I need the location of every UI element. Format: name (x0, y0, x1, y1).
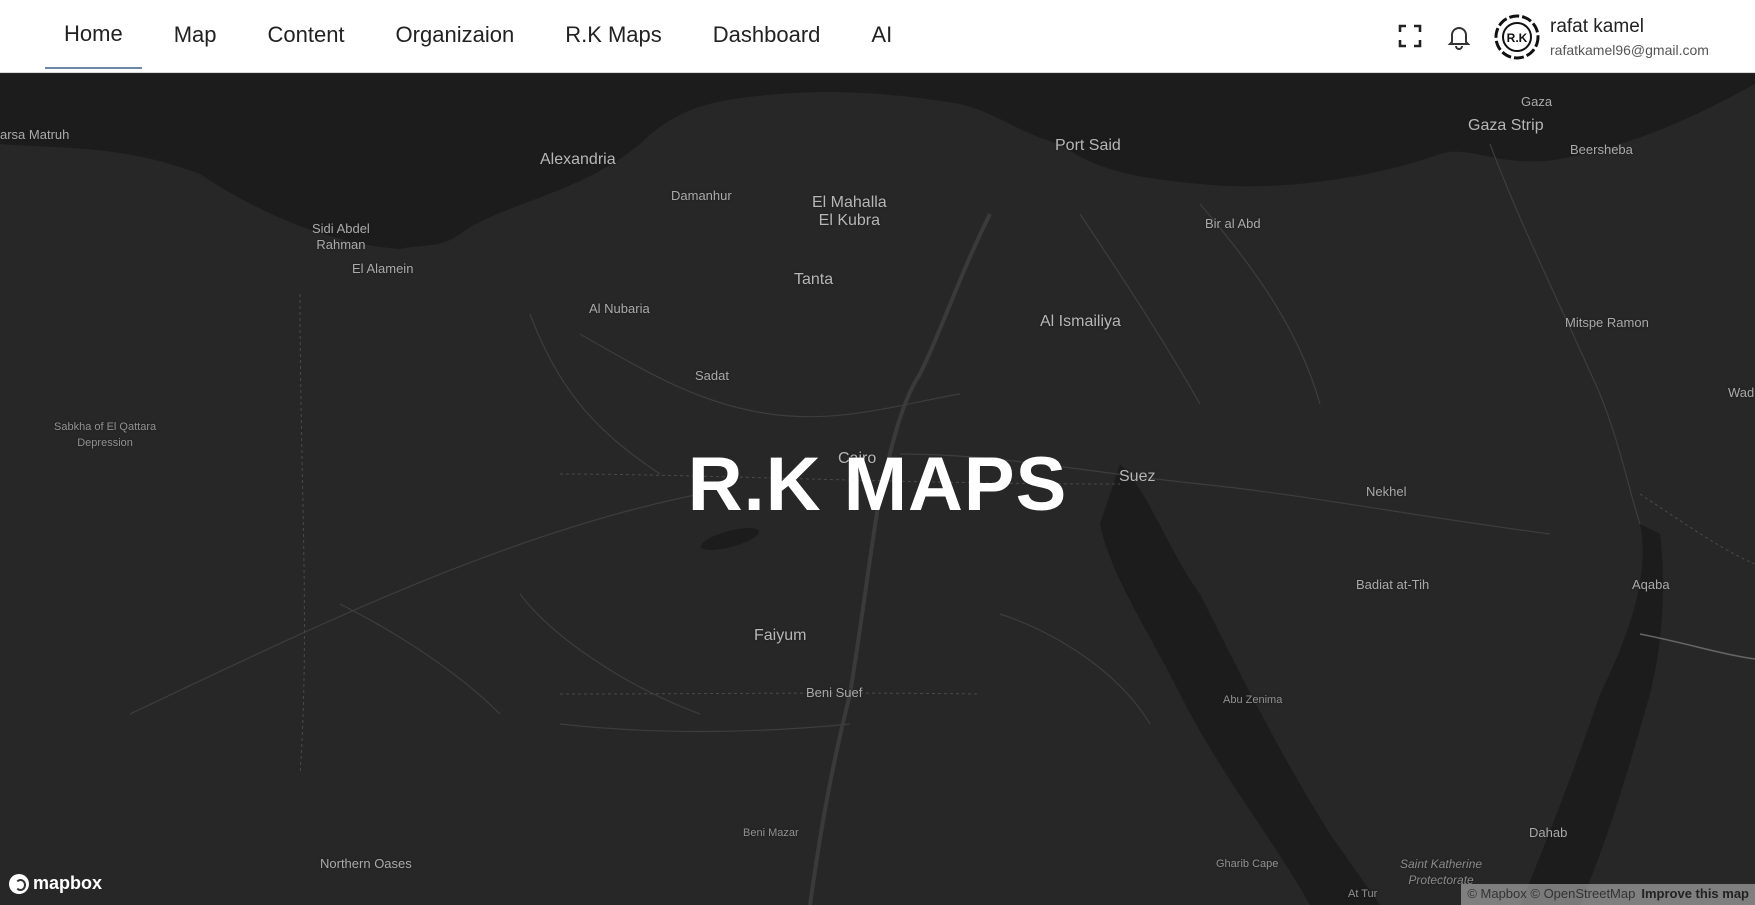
map-label: Beni Mazar (743, 827, 799, 839)
map-label: Sadat (695, 368, 729, 383)
avatar-initials: R.K (1507, 31, 1528, 45)
map-label: Tanta (794, 271, 834, 288)
map-label: Beersheba (1570, 142, 1633, 157)
map-label: Badiat at-Tih (1356, 577, 1430, 592)
map-attribution: © Mapbox © OpenStreetMap Improve this map (1461, 884, 1755, 905)
map-label: Abu Zenima (1223, 694, 1283, 706)
map-canvas[interactable]: arsa Matruh Alexandria Port Said Gaza Ga… (0, 74, 1755, 905)
map-label: Sidi Abdel Rahman (312, 221, 370, 252)
map-label: Damanhur (671, 188, 732, 203)
map-label: Alexandria (540, 151, 616, 168)
map-label: El Mahalla El Kubra (812, 194, 887, 229)
user-email: rafatkamel96@gmail.com (1550, 42, 1709, 58)
bell-icon[interactable] (1445, 22, 1473, 50)
map-label: Mitspe Ramon (1565, 315, 1649, 330)
nav-item-rk-maps[interactable]: R.K Maps (546, 0, 681, 69)
main-nav: Home Map Content Organizaion R.K Maps Da… (45, 0, 924, 73)
fullscreen-icon[interactable] (1396, 22, 1424, 50)
map-label: Gaza Strip (1468, 117, 1544, 134)
nav-item-ai[interactable]: AI (852, 0, 911, 69)
nav-item-map[interactable]: Map (155, 0, 236, 69)
mapbox-logo[interactable]: mapbox (9, 873, 102, 894)
nav-item-content[interactable]: Content (248, 0, 363, 69)
hero-title: R.K MAPS (687, 442, 1068, 527)
map-label: El Alamein (352, 261, 414, 276)
map-label: Northern Oases (320, 856, 412, 871)
map-label: At Tur (1348, 888, 1378, 900)
mapbox-logo-text: mapbox (33, 873, 103, 893)
map-label: Bir al Abd (1205, 216, 1261, 231)
map-label: Gaza (1521, 94, 1553, 109)
attribution-text[interactable]: © Mapbox © OpenStreetMap (1467, 886, 1635, 901)
map-label: Port Said (1055, 137, 1121, 154)
map-label: Faiyum (754, 627, 807, 644)
improve-map-link[interactable]: Improve this map (1641, 886, 1749, 901)
map-label: Al Nubaria (589, 301, 650, 316)
top-navbar: Home Map Content Organizaion R.K Maps Da… (0, 0, 1755, 73)
map-label: Aqaba (1632, 577, 1670, 592)
nav-item-organization[interactable]: Organizaion (377, 0, 534, 69)
map-label: Beni Suef (806, 685, 863, 700)
user-name: rafat kamel (1550, 16, 1644, 37)
map-label: Wadi (1728, 385, 1755, 400)
map-label: Gharib Cape (1216, 858, 1279, 870)
map-label: arsa Matruh (0, 127, 70, 142)
avatar[interactable]: R.K (1494, 14, 1540, 60)
nav-item-home[interactable]: Home (45, 0, 142, 69)
nav-item-dashboard[interactable]: Dashboard (694, 0, 840, 69)
map-label: Al Ismailiya (1040, 313, 1121, 330)
mapbox-icon (9, 873, 29, 894)
map-label: Dahab (1529, 825, 1568, 840)
